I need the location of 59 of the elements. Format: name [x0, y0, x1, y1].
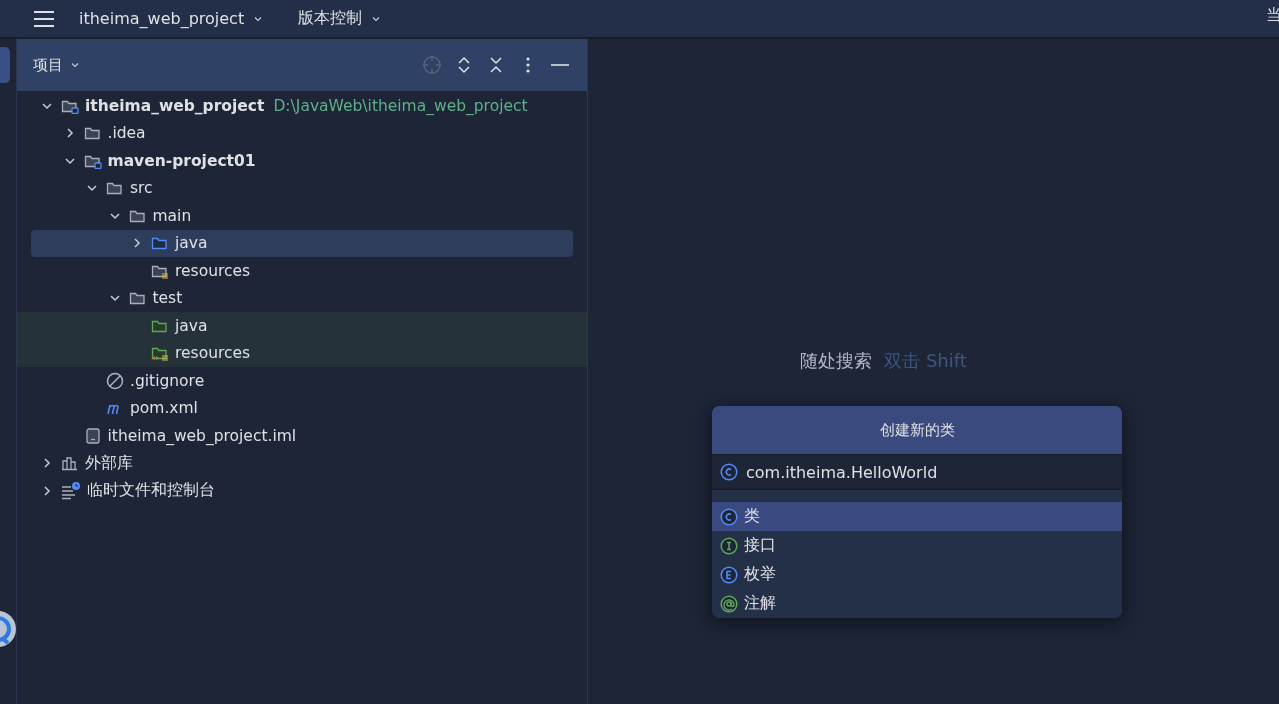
tree-row[interactable]: resources: [17, 257, 587, 285]
hint-label: 随处搜索: [800, 349, 873, 373]
enum-icon: [720, 565, 738, 584]
tree-item-label: maven-project01: [107, 151, 256, 170]
folder-icon: [106, 180, 124, 197]
project-path: D:\JavaWeb\itheima_web_project: [273, 96, 528, 115]
tree-item-label: test: [152, 289, 183, 308]
type-option[interactable]: 接口: [712, 531, 1122, 560]
library-icon: [61, 455, 79, 472]
tree-item-label: pom.xml: [130, 399, 198, 418]
tree-row[interactable]: resources: [17, 339, 587, 367]
menu-icon[interactable]: [33, 9, 55, 28]
tree-item-label: 外部库: [85, 452, 133, 474]
tree-row[interactable]: itheima_web_project D:\JavaWeb\itheima_web_project: [17, 92, 587, 120]
annotation-icon: [720, 594, 738, 613]
class-icon: [720, 507, 738, 526]
tree-row[interactable]: main: [17, 202, 587, 230]
tree-item-label: java: [175, 316, 208, 335]
vcs-dropdown[interactable]: 版本控制: [288, 3, 393, 34]
tree-row[interactable]: maven-project01: [17, 147, 587, 175]
tree-item-label: itheima_web_project: [85, 96, 265, 115]
interface-icon: [720, 536, 738, 555]
tree-row[interactable]: src: [17, 174, 587, 202]
tree-row[interactable]: itheima_web_project.iml: [17, 422, 587, 450]
hint-shortcut: 双击 Shift: [884, 349, 967, 373]
tree-row[interactable]: 临时文件和控制台: [17, 477, 587, 505]
class-name-input[interactable]: com.itheima.HelloWorld: [746, 462, 1086, 482]
type-option[interactable]: 枚举: [712, 560, 1122, 589]
type-option[interactable]: 注解: [712, 589, 1122, 618]
class-name-field[interactable]: com.itheima.HelloWorld: [712, 454, 1122, 490]
tree-item-label: main: [152, 206, 192, 225]
tree-item-label: resources: [175, 344, 251, 363]
folder-icon: [151, 235, 169, 252]
tree-item-label: 临时文件和控制台: [87, 480, 215, 502]
tree-item-label: .idea: [107, 124, 146, 143]
folder-icon: [128, 290, 147, 307]
prohibited-icon: [106, 371, 124, 390]
tree-item-label: src: [130, 179, 153, 198]
tree-row[interactable]: .gitignore: [17, 367, 587, 395]
tree-row[interactable]: java: [17, 312, 587, 340]
class-icon: [720, 463, 738, 481]
file-icon: [83, 426, 102, 445]
tree-row[interactable]: 外部库: [17, 449, 587, 477]
project-dropdown[interactable]: itheima_web_project: [69, 3, 275, 34]
dialog-title: 创建新的类: [712, 406, 1122, 454]
tree-row[interactable]: test: [17, 284, 587, 312]
type-option[interactable]: 类: [712, 502, 1122, 531]
panel-title[interactable]: 项目: [33, 55, 81, 75]
list-clock-icon: [61, 481, 81, 500]
selected-tree-row[interactable]: java: [31, 229, 573, 257]
tree-item-label: itheima_web_project.iml: [107, 426, 297, 445]
tree-row[interactable]: pom.xml: [17, 394, 587, 422]
toolbar-text: 当: [1266, 5, 1279, 26]
tree-item-label: java: [175, 234, 208, 253]
folder-icon: [151, 345, 169, 362]
tree-row[interactable]: .idea: [17, 119, 587, 147]
folder-icon: [83, 125, 102, 142]
tree-item-label: resources: [175, 261, 251, 280]
tree-item-label: .gitignore: [130, 371, 205, 390]
